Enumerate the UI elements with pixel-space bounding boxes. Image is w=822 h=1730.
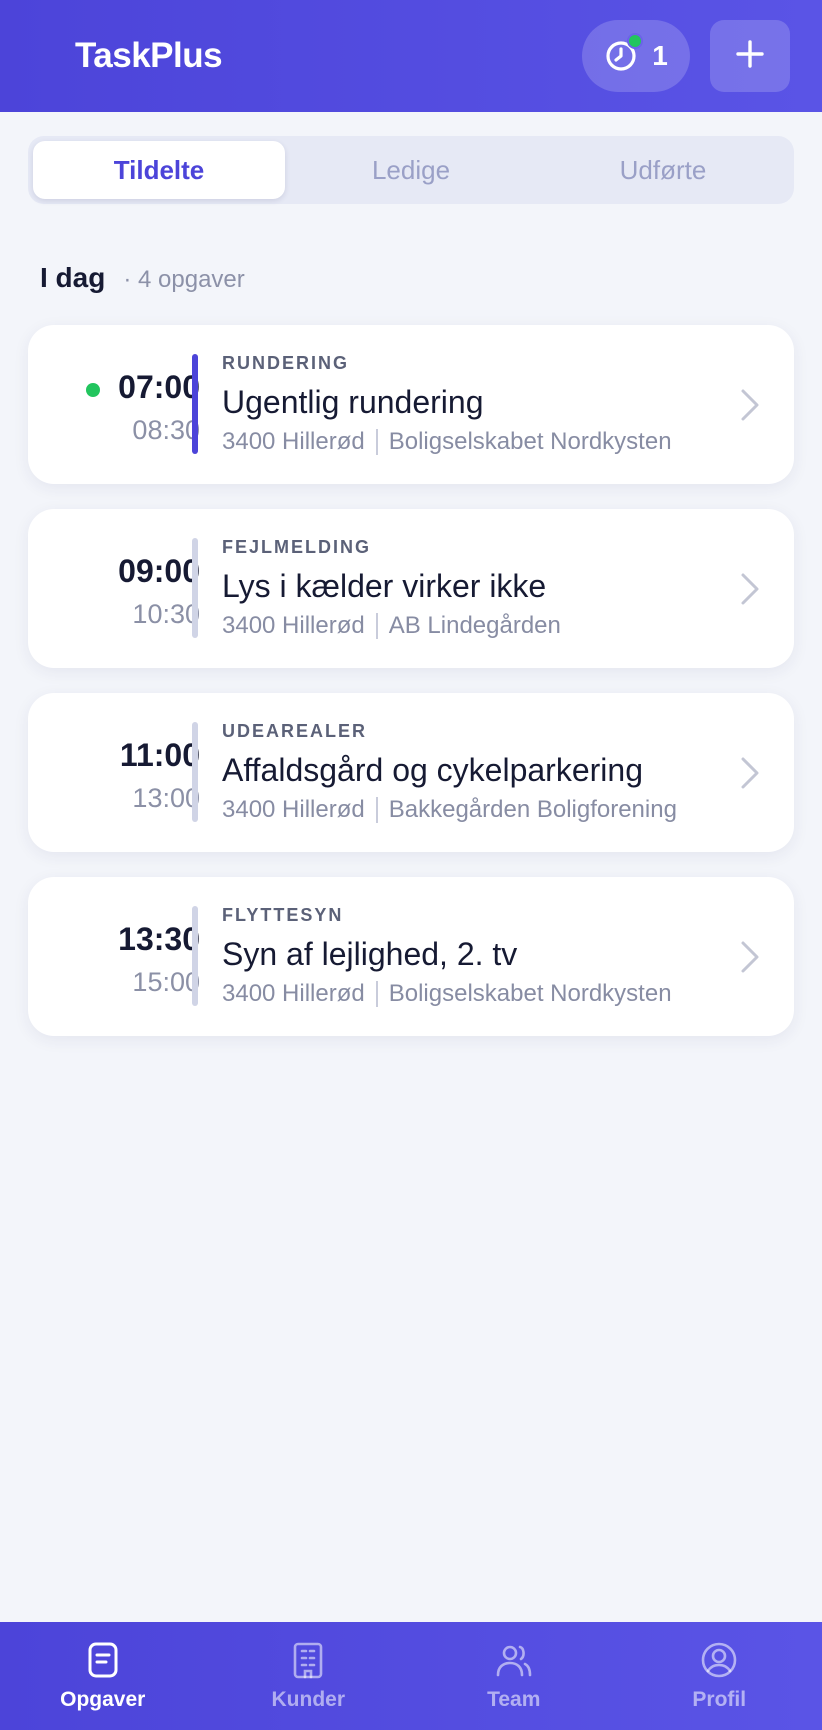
task-meta: 3400 Hillerød AB Lindegården xyxy=(222,610,724,642)
task-card[interactable]: 09:00 10:30 FEJLMELDING Lys i kælder vir… xyxy=(28,509,794,668)
nav-item-team[interactable]: Team xyxy=(411,1622,617,1730)
users-icon xyxy=(494,1640,534,1680)
card-divider xyxy=(192,906,198,1006)
task-card[interactable]: 13:30 15:00 FLYTTESYN Syn af lejlighed, … xyxy=(28,877,794,1036)
app-title: TaskPlus xyxy=(75,36,223,75)
task-city: 3400 Hillerød xyxy=(222,612,365,639)
task-meta: 3400 Hillerød Boligselskabet Nordkysten xyxy=(222,426,724,458)
end-time: 10:30 xyxy=(132,599,200,629)
meta-separator xyxy=(375,613,378,639)
plus-icon xyxy=(735,39,765,73)
timer-count: 1 xyxy=(652,40,668,71)
nav-label: Team xyxy=(487,1688,541,1711)
clock-icon xyxy=(604,33,644,73)
meta-separator xyxy=(375,797,378,823)
chevron-right-icon xyxy=(726,933,774,981)
section-title: I dag xyxy=(40,262,106,293)
start-time: 07:00 xyxy=(118,369,200,405)
live-indicator-dot xyxy=(627,33,644,49)
task-title: Lys i kælder virker ikke xyxy=(222,568,547,604)
nav-item-kunder[interactable]: Kunder xyxy=(206,1622,412,1730)
task-customer: Boligselskabet Nordkysten xyxy=(388,428,672,455)
task-info: RUNDERING Ugentlig rundering 3400 Hiller… xyxy=(222,351,724,458)
end-time: 15:00 xyxy=(132,967,200,997)
start-time: 11:00 xyxy=(119,737,200,773)
bottom-nav: Opgaver Kunder Team Profil xyxy=(0,1622,822,1730)
live-status-dot xyxy=(86,383,100,397)
clipboard-icon xyxy=(83,1640,123,1680)
task-category: FEJLMELDING xyxy=(222,537,372,557)
card-divider xyxy=(192,538,198,638)
task-city: 3400 Hillerød xyxy=(222,796,365,823)
time-column: 09:00 10:30 xyxy=(50,509,200,668)
time-column: 13:30 15:00 xyxy=(50,877,200,1036)
task-customer: Bakkegården Boligforening xyxy=(388,796,677,823)
task-meta: 3400 Hillerød Boligselskabet Nordkysten xyxy=(222,978,724,1010)
task-title: Ugentlig rundering xyxy=(222,384,484,420)
task-filter-tabs: Tildelte Ledige Udførte xyxy=(28,136,794,204)
nav-label: Profil xyxy=(692,1688,747,1711)
chevron-right-icon xyxy=(726,749,774,797)
card-divider-active xyxy=(192,354,198,454)
task-title: Affaldsgård og cykelparkering xyxy=(222,752,643,788)
section-count: · 4 opgaver xyxy=(123,266,245,293)
header-actions: 1 xyxy=(582,20,790,92)
nav-item-profil[interactable]: Profil xyxy=(617,1622,822,1730)
active-timer-button[interactable]: 1 xyxy=(582,20,690,92)
meta-separator xyxy=(375,429,378,455)
building-icon xyxy=(288,1640,328,1680)
time-column: 07:00 08:30 xyxy=(50,325,200,484)
time-column: 11:00 13:00 xyxy=(50,693,200,852)
task-city: 3400 Hillerød xyxy=(222,428,365,455)
nav-label: Opgaver xyxy=(60,1688,146,1711)
task-category: UDEAREALER xyxy=(222,721,368,741)
task-card[interactable]: 07:00 08:30 RUNDERING Ugentlig rundering… xyxy=(28,325,794,484)
task-info: FEJLMELDING Lys i kælder virker ikke 340… xyxy=(222,535,724,642)
user-circle-icon xyxy=(699,1640,739,1680)
card-divider xyxy=(192,722,198,822)
nav-label: Kunder xyxy=(271,1688,346,1711)
section-header-today: I dag · 4 opgaver xyxy=(40,262,245,294)
meta-separator xyxy=(375,981,378,1007)
chevron-right-icon xyxy=(726,565,774,613)
tab-ledige[interactable]: Ledige xyxy=(285,141,537,199)
task-city: 3400 Hillerød xyxy=(222,980,365,1007)
chevron-right-icon xyxy=(726,381,774,429)
start-time: 13:30 xyxy=(118,921,200,957)
app-root: TaskPlus 1 Tildelte Ledige Udførte I dag… xyxy=(0,0,822,1730)
nav-item-opgaver[interactable]: Opgaver xyxy=(0,1622,206,1730)
tab-tildelte[interactable]: Tildelte xyxy=(33,141,285,199)
task-info: FLYTTESYN Syn af lejlighed, 2. tv 3400 H… xyxy=(222,903,724,1010)
task-meta: 3400 Hillerød Bakkegården Boligforening xyxy=(222,794,724,826)
task-customer: AB Lindegården xyxy=(388,612,561,639)
start-time: 09:00 xyxy=(118,553,200,589)
task-card[interactable]: 11:00 13:00 UDEAREALER Affaldsgård og cy… xyxy=(28,693,794,852)
task-category: FLYTTESYN xyxy=(222,905,344,925)
task-info: UDEAREALER Affaldsgård og cykelparkering… xyxy=(222,719,724,826)
app-header: TaskPlus 1 xyxy=(0,0,822,112)
end-time: 13:00 xyxy=(132,783,200,813)
tab-udforte[interactable]: Udførte xyxy=(537,141,789,199)
add-task-button[interactable] xyxy=(710,20,790,92)
task-title: Syn af lejlighed, 2. tv xyxy=(222,936,518,972)
task-category: RUNDERING xyxy=(222,353,350,373)
task-customer: Boligselskabet Nordkysten xyxy=(388,980,672,1007)
end-time: 08:30 xyxy=(132,415,200,445)
